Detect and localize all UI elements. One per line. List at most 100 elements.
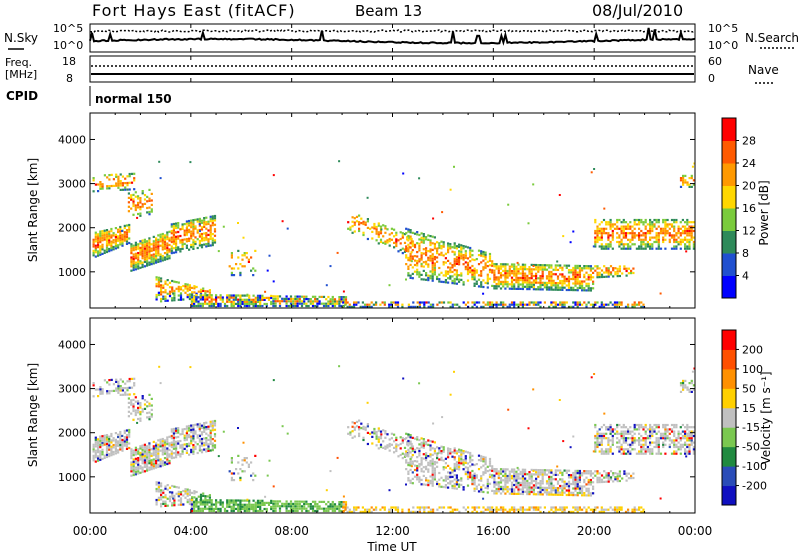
- velocity-cell: [112, 389, 115, 392]
- power-cell: [453, 277, 456, 281]
- velocity-cell: [513, 508, 516, 511]
- power-cell: [416, 251, 419, 254]
- velocity-cell: [447, 447, 450, 450]
- power-cell: [133, 172, 136, 175]
- velocity-cell: [261, 503, 264, 506]
- power-cell: [112, 232, 115, 235]
- velocity-cell: [395, 443, 398, 446]
- velocity-cell: [371, 442, 374, 445]
- power-cell: [259, 300, 262, 303]
- velocity-cell: [477, 454, 481, 457]
- velocity-cell: [565, 485, 568, 488]
- velocity-cell: [605, 472, 608, 475]
- power-cell: [221, 300, 224, 303]
- power-cell: [241, 300, 244, 303]
- velocity-cell: [491, 476, 494, 479]
- velocity-cell: [449, 452, 452, 455]
- velocity-cell: [451, 484, 454, 487]
- velocity-cell: [148, 457, 151, 460]
- power-cell: [194, 227, 197, 230]
- velocity-cell: [581, 494, 584, 497]
- power-cell: [114, 245, 117, 248]
- velocity-cell: [521, 484, 524, 487]
- power-cell: [205, 238, 208, 241]
- power-cell: [170, 236, 173, 239]
- velocity-cell: [248, 499, 251, 502]
- power-cell: [366, 237, 369, 241]
- velocity-cell: [482, 458, 485, 461]
- power-cell: [624, 225, 628, 228]
- power-cell: [646, 245, 649, 248]
- velocity-cell: [97, 448, 100, 452]
- velocity-cell: [351, 436, 354, 439]
- velocity-cell: [110, 454, 113, 457]
- velocity-cell: [548, 491, 551, 494]
- velocity-cell: [526, 490, 529, 493]
- velocity-cell: [613, 506, 617, 509]
- power-cell: [296, 300, 299, 303]
- velocity-cell: [433, 471, 436, 474]
- velocity-cell: [143, 459, 146, 462]
- velocity-cell: [567, 487, 571, 490]
- power-cell: [644, 234, 647, 237]
- power-cell: [170, 245, 173, 248]
- velocity-cell: [139, 467, 142, 470]
- velocity-cell: [256, 509, 260, 513]
- power-cell: [664, 238, 667, 241]
- power-cell: [607, 223, 610, 226]
- power-cell: [684, 225, 687, 228]
- power-cell: [172, 251, 175, 254]
- velocity-cell: [576, 508, 579, 511]
- power-cell: [642, 243, 645, 246]
- power-cell: [170, 247, 173, 250]
- velocity-cell: [163, 439, 167, 442]
- velocity-cell: [618, 475, 621, 478]
- power-cell: [532, 303, 535, 306]
- power-cell: [519, 303, 522, 306]
- power-cell: [541, 272, 544, 276]
- velocity-cell: [427, 506, 430, 509]
- velocity-cell: [574, 476, 577, 479]
- power-cell: [473, 278, 476, 281]
- velocity-cell: [137, 463, 140, 466]
- velocity-cell: [499, 470, 503, 473]
- velocity-cell: [314, 509, 317, 513]
- power-cell: [464, 265, 467, 268]
- velocity-cell: [289, 500, 293, 503]
- velocity-cell: [453, 478, 456, 481]
- velocity-cell: [159, 443, 162, 446]
- power-cell: [510, 287, 514, 290]
- power-cell: [537, 288, 540, 291]
- velocity-cell: [168, 442, 171, 445]
- velocity-cell: [519, 481, 522, 484]
- power-cell: [143, 202, 147, 205]
- velocity-cell: [272, 507, 275, 510]
- velocity-cell: [141, 397, 144, 400]
- power-cell: [420, 265, 423, 268]
- velocity-cell: [384, 436, 387, 439]
- power-cell: [422, 239, 425, 242]
- power-cell: [150, 258, 153, 261]
- velocity-cell: [388, 445, 391, 448]
- power-cell: [425, 274, 428, 277]
- power-cell: [552, 301, 555, 304]
- velocity-cell: [164, 485, 167, 488]
- velocity-cell: [545, 491, 549, 494]
- velocity-cell: [311, 507, 315, 510]
- power-cell: [261, 298, 264, 301]
- velocity-cell: [442, 485, 445, 489]
- velocity-cell: [528, 508, 531, 511]
- power-cell: [294, 304, 297, 308]
- velocity-cell: [99, 386, 102, 389]
- velocity-cell: [127, 410, 130, 413]
- power-cell: [342, 298, 345, 301]
- velocity-cell: [161, 464, 164, 467]
- power-cell: [175, 226, 178, 230]
- power-cell: [462, 263, 465, 266]
- power-cell: [664, 223, 667, 226]
- power-cell: [124, 186, 127, 189]
- power-cell: [403, 241, 407, 244]
- power-cell: [188, 293, 191, 296]
- velocity-cell: [243, 509, 246, 513]
- power-cell: [420, 236, 423, 239]
